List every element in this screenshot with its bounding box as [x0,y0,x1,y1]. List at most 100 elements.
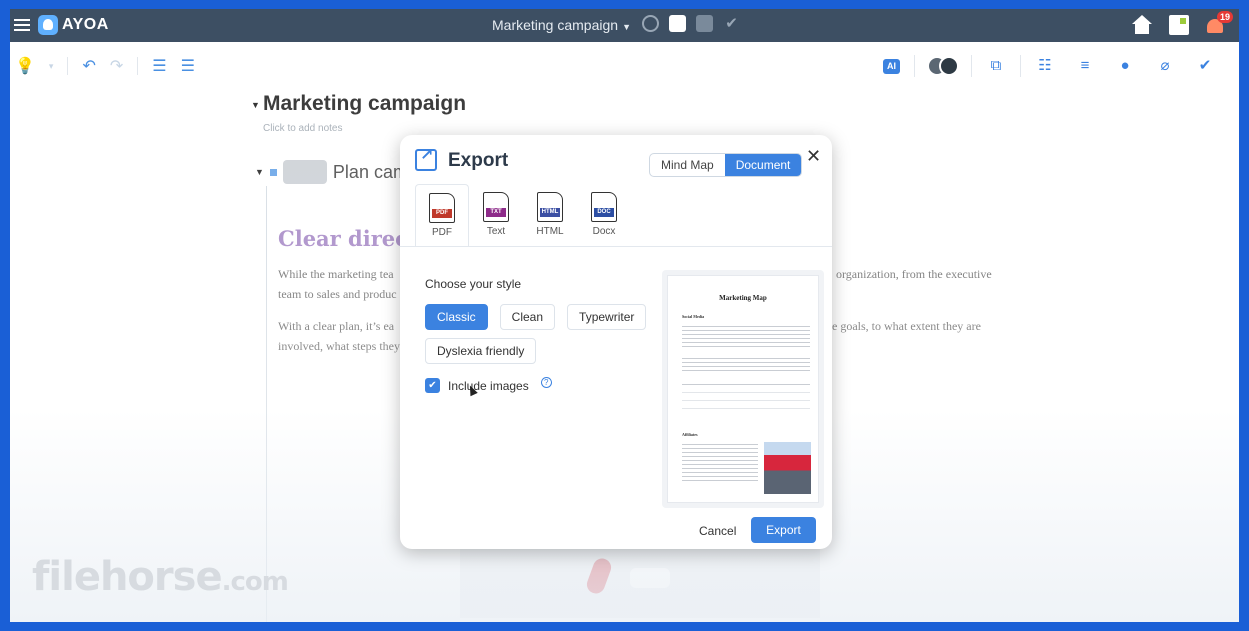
format-tab-docx[interactable]: DOC Docx [577,184,631,246]
toggle-mind-map[interactable]: Mind Map [650,154,725,176]
preview-page: Marketing Map Social Media Affiliates [667,275,819,503]
add-notes-hint[interactable]: Click to add notes [263,123,343,134]
board-title: Marketing campaign [492,17,619,33]
include-images-checkbox[interactable]: ✔ [425,378,440,393]
preview-photo [764,442,811,494]
outdent-icon[interactable]: ☰ [181,56,195,76]
hamburger-menu-icon[interactable] [14,16,30,34]
preview-text-lines [682,358,810,374]
document-view-icon[interactable] [669,15,686,32]
toolbar-divider [914,55,915,77]
toolbar-divider [67,57,69,75]
include-images-label[interactable]: Include images [448,379,529,393]
style-options: Classic Clean Typewriter Dyslexia friend… [425,304,655,364]
preview-section-heading: Affiliates [682,432,698,437]
collapse-caret-icon[interactable]: ▼ [251,100,260,110]
file-tag: HTML [540,208,560,217]
format-label: Text [486,226,506,237]
paragraph-line: involved, what steps they [278,339,400,353]
tasks-icon[interactable] [1169,15,1189,35]
export-icon[interactable]: ⧉ [986,56,1006,76]
text-align-icon[interactable]: ≡ [1075,56,1095,76]
include-images-option[interactable]: ✔ Include images ? [425,377,552,393]
html-file-icon: HTML [537,192,563,222]
lightbulb-icon[interactable]: 💡 [15,56,35,76]
toolbar-divider [137,57,139,75]
export-dialog: Export Mind Map Document ✕ PDF PDF TXT T… [400,135,832,549]
paragraph-line: team to sales and produc [278,287,397,301]
toolbar-divider [1020,55,1021,77]
paperclip-icon[interactable]: ⌀ [1155,56,1175,76]
paragraph-1: While the marketing tea team to sales an… [278,264,397,304]
list-icon[interactable]: ☷ [1035,56,1055,76]
filehorse-watermark: filehorse.com [32,554,289,600]
caret-down-icon: ▼ [622,22,631,32]
preview-section-heading: Social Media [682,314,705,319]
preview-text-lines [682,326,810,350]
format-tab-text[interactable]: TXT Text [469,184,523,246]
checkmark-view-icon[interactable]: ✔ [723,15,740,32]
ayoa-logo-icon [38,15,58,35]
undo-icon[interactable]: ↶ [82,56,95,76]
docx-file-icon: DOC [591,192,617,222]
preview-table [682,384,810,416]
export-preview: Marketing Map Social Media Affiliates [662,270,824,508]
file-tag: TXT [486,208,506,217]
app-window: AYOA Marketing campaign ▼ ✔ 19 💡 ▾ ↶ ↷ ☰… [10,9,1239,622]
file-tag: PDF [432,209,452,218]
mind-map-view-icon[interactable] [642,15,659,32]
paragraph-1-right: organization, from the executive [836,267,992,281]
pdf-file-icon: PDF [429,193,455,223]
ai-assistant-icon[interactable]: AI [883,58,900,74]
format-tab-pdf[interactable]: PDF PDF [415,184,469,247]
ayoa-logo[interactable]: AYOA [38,15,109,35]
toolbar-right: AI ⧉ ☷ ≡ ● ⌀ ✔ [873,55,1225,77]
board-view-icon[interactable] [696,15,713,32]
export-mode-toggle: Mind Map Document [649,153,803,177]
watermark-text: filehorse [32,554,223,600]
format-tabs-divider [400,246,832,247]
document-title[interactable]: Marketing campaign [263,92,466,116]
cancel-button[interactable]: Cancel [699,524,736,538]
view-switcher: ✔ [642,15,740,32]
collapse-caret-icon[interactable]: ▼ [255,167,264,177]
format-tab-html[interactable]: HTML HTML [523,184,577,246]
style-classic-button[interactable]: Classic [425,304,488,330]
format-label: Docx [592,226,616,237]
style-dyslexia-friendly-button[interactable]: Dyslexia friendly [425,338,537,364]
indent-icon[interactable]: ☰ [152,56,166,76]
format-label: PDF [432,227,452,238]
close-icon[interactable]: ✕ [806,146,821,167]
help-icon[interactable]: ? [540,377,552,388]
avatar [939,56,959,76]
style-label: Choose your style [425,277,522,291]
check-icon[interactable]: ✔ [1195,56,1215,76]
comment-icon[interactable]: ● [1115,56,1135,76]
collaborator-avatars[interactable] [927,56,959,76]
illustration-shape [630,568,670,588]
plan-campaign-item[interactable]: ▼ Plan camp [255,160,418,184]
bullet-icon [269,168,277,176]
style-typewriter-button[interactable]: Typewriter [567,304,647,330]
style-clean-button[interactable]: Clean [499,304,556,330]
top-right-actions: 19 [1131,11,1233,37]
board-title-dropdown[interactable]: Marketing campaign ▼ [492,17,631,33]
paragraph-2: With a clear plan, it’s ea involved, wha… [278,316,400,356]
illustration-figure [584,556,614,596]
export-icon [415,145,437,171]
editor-toolbar: 💡 ▾ ↶ ↷ ☰ ☰ AI ⧉ ☷ ≡ ● ⌀ ✔ [10,42,1239,88]
format-label: HTML [536,226,564,237]
item-image-thumbnail [282,160,327,184]
export-button[interactable]: Export [751,517,816,543]
toolbar-left: 💡 ▾ ↶ ↷ ☰ ☰ [15,56,195,76]
redo-icon[interactable]: ↷ [110,56,123,76]
notifications-button[interactable]: 19 [1205,11,1233,37]
toolbar-divider [971,55,972,77]
home-icon[interactable] [1131,15,1153,35]
notification-badge: 19 [1216,11,1233,23]
toggle-document[interactable]: Document [724,154,802,176]
paragraph-line: While the marketing tea [278,267,394,281]
chevron-down-icon[interactable]: ▾ [49,61,54,72]
paragraph-2-right: e goals, to what extent they are [832,319,981,333]
top-bar: AYOA Marketing campaign ▼ ✔ 19 [10,9,1239,42]
